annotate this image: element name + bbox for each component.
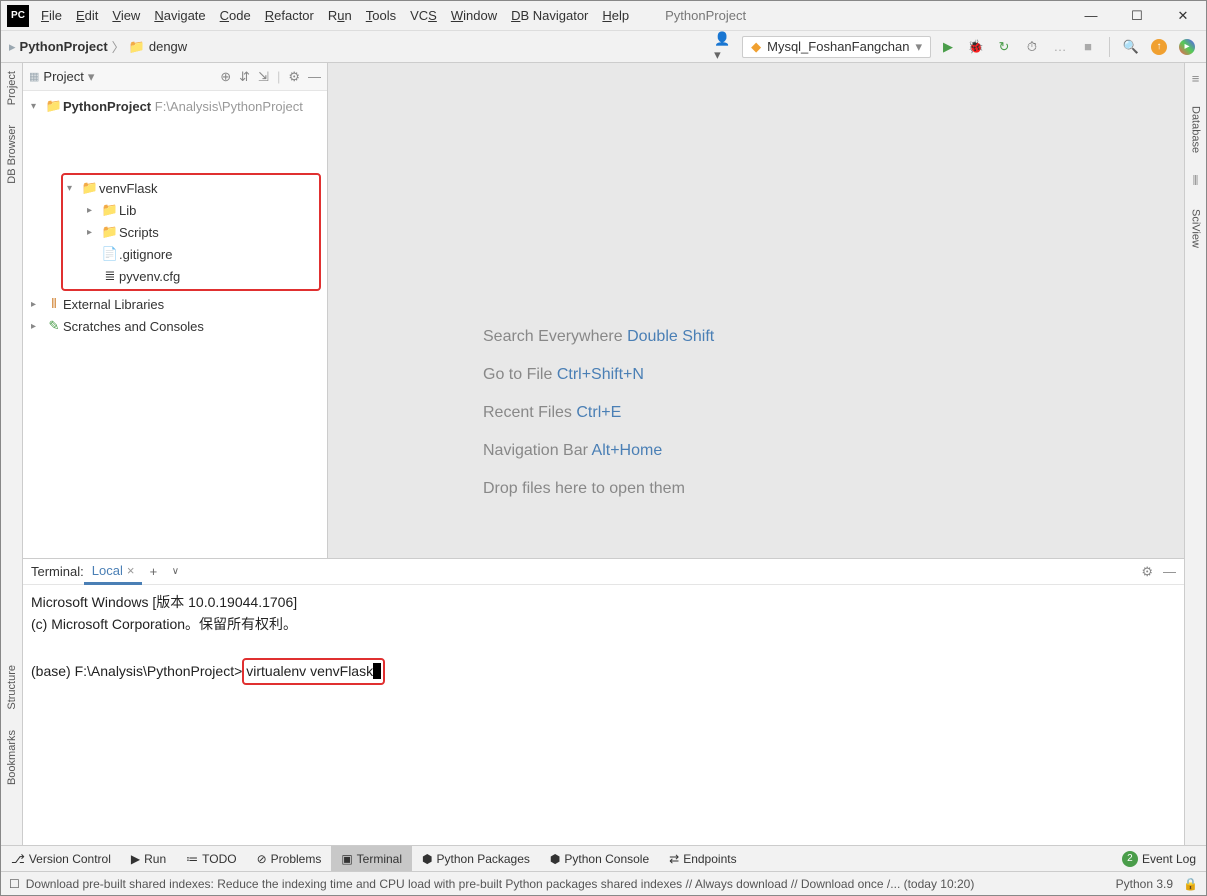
breadcrumb-folder[interactable]: dengw [149,39,187,54]
tree-lib[interactable]: Lib [119,203,136,218]
breadcrumb-project[interactable]: PythonProject [20,39,108,54]
bt-endpoints[interactable]: ⇄Endpoints [659,846,746,871]
run-button[interactable]: ▶ [937,36,959,58]
tab-structure-side[interactable]: Structure [6,665,18,710]
minimize-button[interactable]: ― [1068,1,1114,31]
terminal-dropdown[interactable]: ∨ [164,561,186,583]
status-icon[interactable]: ☐ [9,877,20,891]
tree-scratches[interactable]: Scratches and Consoles [63,319,204,334]
menubar: File Edit View Navigate Code Refactor Ru… [35,8,635,23]
left-gutter: Project DB Browser Structure Bookmarks [1,63,23,845]
terminal-title: Terminal: [31,564,84,579]
run-config-label: Mysql_FoshanFangchan [767,39,909,54]
breadcrumb[interactable]: ▸ PythonProject 〉 📁 dengw [9,37,187,56]
coverage-button[interactable]: ↻ [993,36,1015,58]
tab-database-side[interactable]: Database [1190,106,1202,153]
project-panel-title[interactable]: Project [43,69,83,84]
run-config-selector[interactable]: ◆ Mysql_FoshanFangchan ▾ [742,36,931,58]
menu-tools[interactable]: Tools [360,8,402,23]
project-panel: ▦ Project ▾ ⊕ ⇵ ⇲ | ⚙ — [23,63,328,558]
titlebar: PC File Edit View Navigate Code Refactor… [1,1,1206,31]
tree-external-libs[interactable]: External Libraries [63,297,164,312]
tree-gitignore[interactable]: .gitignore [119,247,172,262]
tree-root-path: F:\Analysis\PythonProject [155,99,303,114]
menu-code[interactable]: Code [214,8,257,23]
cursor [373,663,381,679]
terminal-panel: Terminal: Local× + ∨ ⚙ — Microsoft Windo… [23,558,1184,845]
maximize-button[interactable]: ☐ [1114,1,1160,31]
lock-icon[interactable]: 🔒 [1183,877,1198,891]
term-prompt: (base) F:\Analysis\PythonProject> [31,663,242,679]
menu-navigate[interactable]: Navigate [148,8,211,23]
tab-bookmarks-side[interactable]: Bookmarks [6,730,18,785]
close-button[interactable]: ✕ [1160,1,1206,31]
bt-python-packages[interactable]: ⬢Python Packages [412,846,540,871]
search-icon[interactable]: 🔍 [1120,36,1142,58]
tab-dbbrowser-side[interactable]: DB Browser [6,125,18,184]
body: Project DB Browser Structure Bookmarks ▦… [1,63,1206,845]
jetbrains-icon[interactable]: ▸ [1176,36,1198,58]
select-opened-icon[interactable]: ⊕ [220,69,231,85]
tab-sciview-side[interactable]: SciView [1190,209,1202,248]
menu-view[interactable]: View [106,8,146,23]
bt-terminal[interactable]: ▣Terminal [331,846,412,871]
menu-window[interactable]: Window [445,8,503,23]
bt-version-control[interactable]: ⎇Version Control [1,846,121,871]
bt-run[interactable]: ▶Run [121,846,176,871]
menu-refactor[interactable]: Refactor [259,8,320,23]
ide-window: PC File Edit View Navigate Code Refactor… [0,0,1207,896]
term-line1: Microsoft Windows [版本 10.0.19044.1706] [31,591,1176,613]
hide-panel-icon[interactable]: — [308,69,321,85]
menu-file[interactable]: File [35,8,68,23]
tree-scripts[interactable]: Scripts [119,225,159,240]
menu-run[interactable]: Run [322,8,358,23]
bottom-toolbar: ⎇Version Control ▶Run ≔TODO ⊘Problems ▣T… [1,845,1206,871]
terminal-tab-local[interactable]: Local× [84,559,143,585]
menu-vcs[interactable]: VCS [404,8,443,23]
project-panel-header: ▦ Project ▾ ⊕ ⇵ ⇲ | ⚙ — [23,63,327,91]
blurred-area [61,117,327,171]
tree-venv[interactable]: venvFlask [99,181,158,196]
collapse-all-icon[interactable]: ⇲ [258,69,269,85]
expand-all-icon[interactable]: ⇵ [239,69,250,85]
menu-edit[interactable]: Edit [70,8,104,23]
term-line2: (c) Microsoft Corporation。保留所有权利。 [31,613,1176,635]
bt-python-console[interactable]: ⬢Python Console [540,846,659,871]
window-controls: ― ☐ ✕ [1068,1,1206,31]
ide-update-icon[interactable]: ↑ [1148,36,1170,58]
terminal-settings-icon[interactable]: ⚙ [1141,564,1153,580]
menu-dbnav[interactable]: DB Navigator [505,8,594,23]
right-gutter: ≡ Database ⫴ SciView [1184,63,1206,845]
bt-event-log[interactable]: 2 Event Log [1112,846,1206,871]
app-icon: PC [7,5,29,27]
settings-icon[interactable]: ⚙ [288,69,300,85]
tree-pyvenv[interactable]: pyvenv.cfg [119,269,180,284]
editor-area[interactable]: Search Everywhere Double Shift Go to Fil… [328,63,1184,558]
status-message[interactable]: Download pre-built shared indexes: Reduc… [26,877,975,891]
project-tree[interactable]: ▾ 📁 PythonProject F:\Analysis\PythonProj… [23,91,327,341]
profile-button[interactable]: ⏱ [1021,36,1043,58]
empty-hints: Search Everywhere Double Shift Go to Fil… [483,328,714,518]
venv-highlight: ▾ 📁 venvFlask ▸ 📁 Lib ▸ 📁 [61,173,321,291]
term-cmd: virtualenv venvFlask [246,663,373,679]
terminal-hide-icon[interactable]: — [1163,564,1176,580]
terminal-tabs: Terminal: Local× + ∨ ⚙ — [23,559,1184,585]
tree-root-name[interactable]: PythonProject [63,99,151,114]
menu-help[interactable]: Help [596,8,635,23]
navbar: ▸ PythonProject 〉 📁 dengw 👤▾ ◆ Mysql_Fos… [1,31,1206,63]
statusbar: ☐ Download pre-built shared indexes: Red… [1,871,1206,895]
app-title: PythonProject [665,8,746,23]
bt-todo[interactable]: ≔TODO [176,846,246,871]
terminal-add-tab[interactable]: + [142,561,164,583]
python-interpreter[interactable]: Python 3.9 [1106,877,1183,891]
debug-button[interactable]: 🐞 [965,36,987,58]
stop-button[interactable]: ■ [1077,36,1099,58]
attach-button[interactable]: … [1049,36,1071,58]
user-icon[interactable]: 👤▾ [714,36,736,58]
bt-problems[interactable]: ⊘Problems [247,846,332,871]
tab-project-side[interactable]: Project [6,71,18,105]
terminal-body[interactable]: Microsoft Windows [版本 10.0.19044.1706] (… [23,585,1184,845]
